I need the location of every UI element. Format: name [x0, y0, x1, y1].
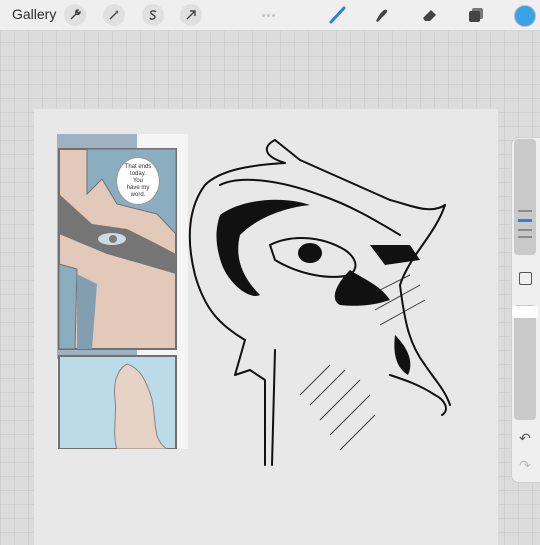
modify-button[interactable]	[519, 272, 532, 285]
brush-size-handle[interactable]	[518, 219, 532, 222]
gallery-button[interactable]: Gallery	[12, 6, 56, 22]
bubble-line: You	[132, 177, 144, 184]
magic-wand-icon[interactable]	[103, 4, 125, 26]
speech-bubble: That ends today. You have my word.	[116, 157, 160, 205]
top-toolbar: Gallery	[0, 0, 540, 31]
transform-arrow-icon[interactable]	[180, 4, 202, 26]
bubble-line: have my	[126, 184, 150, 191]
brush-icon[interactable]	[328, 5, 348, 25]
layers-icon[interactable]	[466, 5, 486, 25]
color-swatch[interactable]	[514, 5, 536, 27]
bubble-line: today.	[130, 170, 146, 177]
opacity-slider[interactable]	[514, 305, 536, 420]
bubble-line: That ends	[124, 163, 152, 170]
wrench-icon[interactable]	[64, 4, 86, 26]
ink-sketch	[188, 139, 451, 466]
slider-tick	[518, 210, 532, 212]
slider-tick	[518, 229, 532, 231]
smudge-icon[interactable]	[372, 5, 392, 25]
slider-tick	[518, 236, 532, 238]
opacity-handle[interactable]	[512, 306, 538, 318]
selection-icon[interactable]	[142, 4, 164, 26]
eraser-icon[interactable]	[420, 5, 440, 25]
toolbar-grabber[interactable]	[262, 4, 280, 17]
redo-icon[interactable]: ↷	[516, 457, 534, 473]
undo-icon[interactable]: ↶	[516, 430, 534, 446]
bubble-line: word.	[130, 191, 146, 198]
